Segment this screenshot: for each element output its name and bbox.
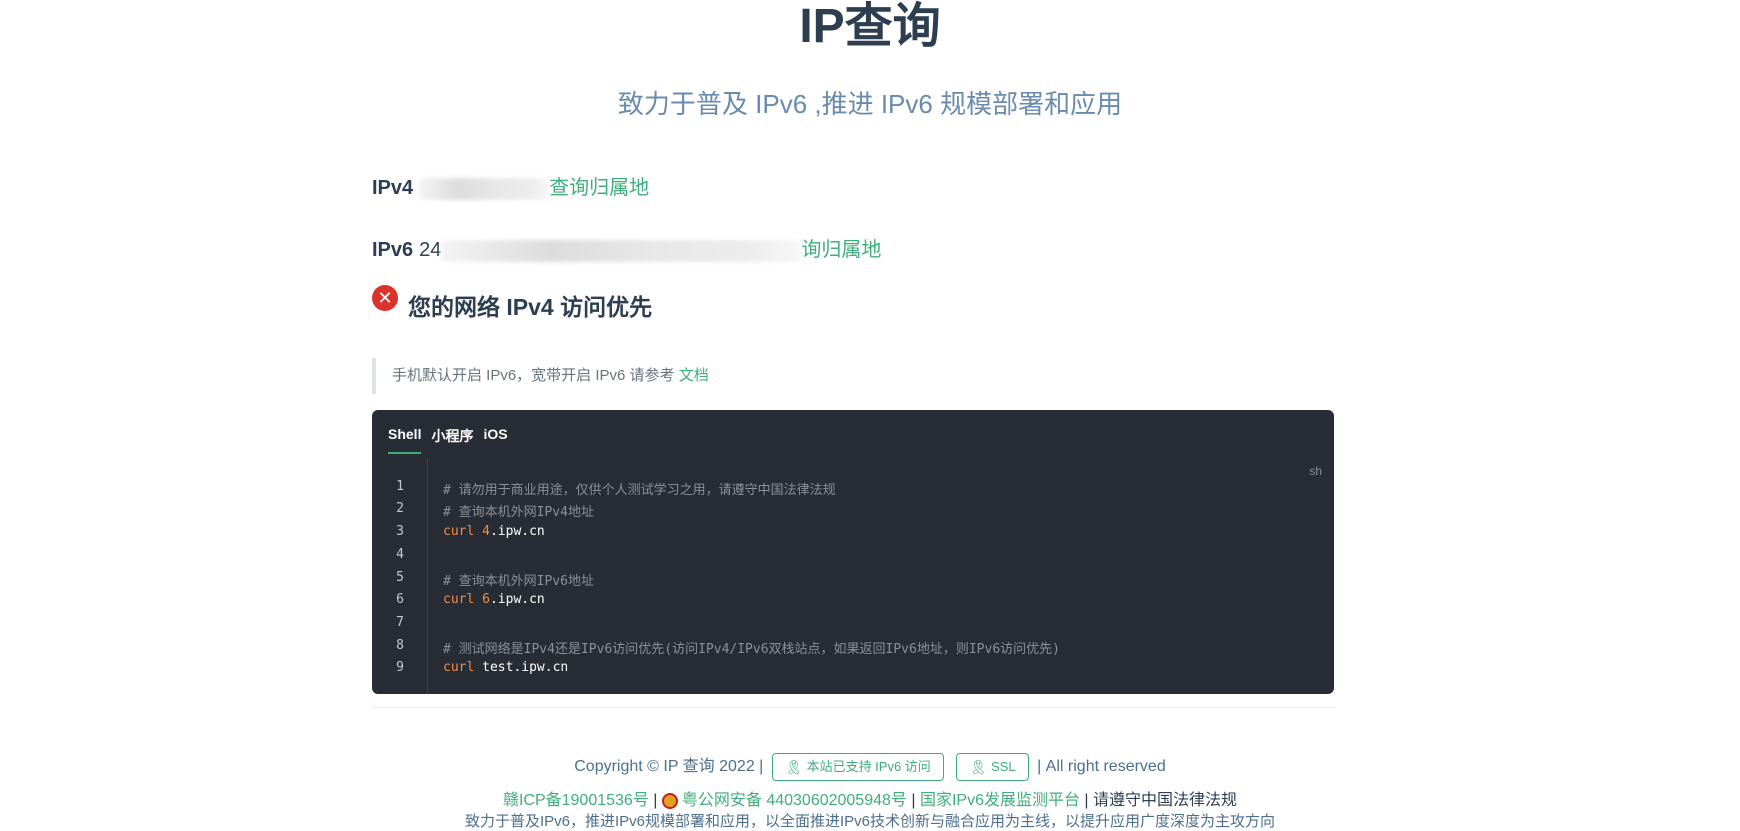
line-number: 4	[396, 547, 404, 562]
line-number: 9	[396, 660, 404, 675]
code-text: .ipw.cn	[489, 524, 545, 539]
code-number: 4	[482, 524, 490, 539]
doc-link[interactable]: 文档	[679, 367, 709, 384]
footer-links-row: 赣ICP备19001536号 | 粤公网安备 44030602005948号 |…	[0, 786, 1740, 810]
line-number: 1	[396, 479, 404, 494]
ipv4-address-redacted	[419, 177, 550, 200]
award-icon: 🎗	[784, 759, 803, 775]
ipv6-row: IPv6 24 询归属地	[372, 236, 881, 264]
line-number: 6	[396, 592, 404, 607]
ipv4-label: IPv4	[372, 177, 414, 199]
error-icon: ✕	[372, 285, 398, 311]
footer-divider	[372, 707, 1334, 708]
network-status-text: 您的网络 IPv4 访问优先	[408, 294, 653, 320]
ipv6-address-redacted	[441, 239, 802, 262]
code-comment: # 测试网络是IPv4还是IPv6访问优先(访问IPv4/IPv6双栈站点，如果…	[443, 642, 1060, 657]
code-command: curl 4.ipw.cn	[443, 524, 545, 539]
code-block: Shell 小程序 iOS sh 1 2 3 4 5 6 7 8 9 # 请勿用…	[372, 410, 1334, 694]
footer-slogan: 致力于普及IPv6，推进IPv6规模部署和应用，以全面推进IPv6技术创新与融合…	[464, 813, 1276, 830]
ipv6-support-badge[interactable]: 🎗 本站已支持 IPv6 访问	[771, 753, 944, 781]
code-command: curl 6.ipw.cn	[443, 592, 545, 607]
line-number: 5	[396, 570, 404, 585]
tip-text: 手机默认开启 IPv6，宽带开启 IPv6 请参考	[392, 367, 679, 384]
ipv6-monitor-link[interactable]: 国家IPv6发展监测平台	[920, 792, 1080, 809]
award-icon: 🎗	[969, 759, 988, 775]
code-text: .ipw.cn	[489, 592, 545, 607]
code-tabs: Shell 小程序 iOS	[388, 426, 518, 454]
ipv4-location-link[interactable]: 查询归属地	[549, 177, 649, 199]
tab-shell[interactable]: Shell	[388, 426, 422, 454]
ipv4-row: IPv4 查询归属地	[372, 174, 649, 202]
code-keyword: curl	[443, 660, 475, 675]
ipv6-support-label: 本站已支持 IPv6 访问	[806, 759, 931, 774]
code-number: 6	[482, 592, 490, 607]
icp-link[interactable]: 赣ICP备19001536号	[503, 792, 649, 809]
ipv6-address-prefix: 24	[419, 239, 442, 261]
separator: |	[648, 792, 662, 809]
network-status: ✕ 您的网络 IPv4 访问优先	[372, 285, 653, 322]
rights-text: | All right reserved	[1037, 758, 1166, 776]
line-number: 7	[396, 615, 404, 630]
page-subtitle: 致力于普及 IPv6 ,推进 IPv6 规模部署和应用	[617, 89, 1123, 119]
code-comment: # 请勿用于商业用途，仅供个人测试学习之用，请遵守中国法律法规	[443, 483, 836, 498]
ipv6-tip: 手机默认开启 IPv6，宽带开启 IPv6 请参考 文档	[372, 358, 1332, 394]
tab-miniprogram[interactable]: 小程序	[431, 426, 473, 454]
law-notice: 请遵守中国法律法规	[1093, 792, 1238, 809]
code-language: sh	[1309, 464, 1322, 478]
code-command: curl test.ipw.cn	[443, 660, 568, 675]
ipv6-label: IPv6	[372, 239, 414, 261]
separator: |	[1079, 792, 1094, 809]
line-number: 3	[396, 524, 404, 539]
police-record-link[interactable]: 粤公网安备 44030602005948号	[682, 792, 907, 809]
code-comment: # 查询本机外网IPv4地址	[443, 505, 594, 520]
code-comment: # 查询本机外网IPv6地址	[443, 574, 594, 589]
page-title: IP查询	[799, 0, 941, 53]
footer-copyright-row: Copyright © IP 查询 2022 | 🎗 本站已支持 IPv6 访问 …	[0, 753, 1740, 781]
ssl-badge[interactable]: 🎗 SSL	[956, 753, 1029, 781]
tab-ios[interactable]: iOS	[483, 426, 507, 454]
line-number: 8	[396, 638, 404, 653]
copyright-text: Copyright © IP 查询 2022 |	[574, 758, 764, 776]
ipv6-location-link[interactable]: 询归属地	[801, 239, 881, 261]
code-keyword: curl	[443, 524, 475, 539]
code-keyword: curl	[443, 592, 475, 607]
separator: |	[906, 792, 920, 809]
ssl-label: SSL	[991, 759, 1016, 774]
police-badge-icon	[661, 792, 678, 809]
code-text: test.ipw.cn	[474, 660, 569, 675]
line-number: 2	[396, 501, 404, 516]
